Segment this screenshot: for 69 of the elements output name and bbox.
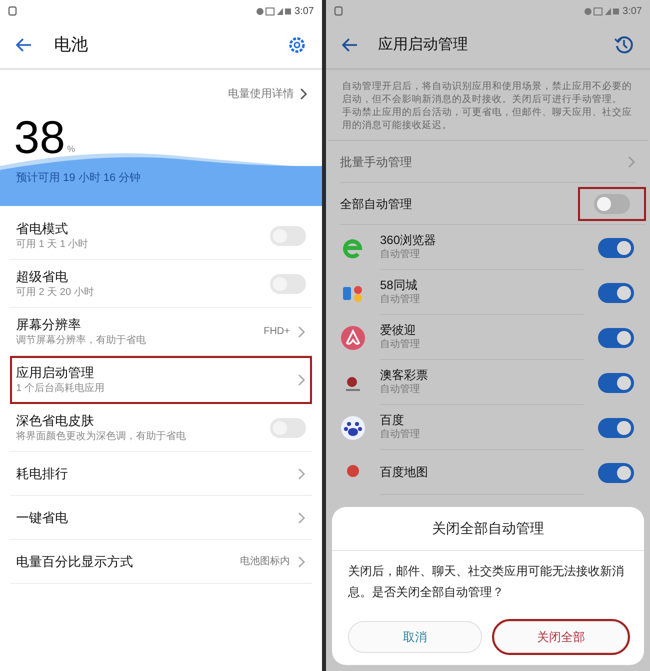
description-text: 自动管理开启后，将自动识别应用和使用场景，禁止应用不必要的启动，但不会影响新消息的及时接收。关闭后可进行手动管理。 bbox=[342, 80, 633, 106]
app-status: 自动管理 bbox=[380, 428, 421, 442]
app-name: 360浏览器 bbox=[380, 232, 438, 248]
toggle-switch[interactable] bbox=[598, 328, 634, 348]
app-status: 自动管理 bbox=[380, 338, 421, 352]
app-icon bbox=[340, 324, 366, 350]
app-name: 58同城 bbox=[380, 277, 418, 293]
back-icon[interactable] bbox=[342, 38, 358, 52]
setting-title: 耗电排行 bbox=[16, 464, 69, 482]
toggle-switch[interactable] bbox=[598, 372, 634, 392]
app-status: 自动管理 bbox=[380, 293, 421, 307]
back-icon[interactable] bbox=[16, 38, 32, 52]
status-time: 3:07 bbox=[294, 4, 314, 18]
setting-subtitle: 将界面颜色更改为深色调，有助于省电 bbox=[16, 430, 187, 444]
app-name: 百度地图 bbox=[380, 464, 429, 480]
notification-icon bbox=[334, 6, 343, 16]
usage-details-link[interactable]: 电量使用详情 bbox=[228, 86, 308, 102]
notification-icon bbox=[8, 6, 17, 16]
paw-icon bbox=[340, 414, 366, 440]
status-time: 3:07 bbox=[622, 4, 642, 18]
battery-estimate: 预计可用 19 小时 16 分钟 bbox=[16, 171, 141, 186]
status-icons bbox=[256, 6, 292, 16]
history-icon[interactable] bbox=[614, 35, 634, 55]
chevron-icon bbox=[300, 88, 308, 100]
setting-value: 电池图标内 bbox=[240, 554, 290, 569]
setting-title: 电量百分比显示方式 bbox=[16, 552, 134, 570]
toggle-switch[interactable] bbox=[270, 226, 306, 246]
page-title: 应用启动管理 bbox=[378, 34, 469, 55]
app-name: 百度 bbox=[380, 412, 405, 428]
toggle-switch[interactable] bbox=[270, 274, 306, 294]
setting-subtitle: 调节屏幕分辨率，有助于省电 bbox=[16, 334, 147, 348]
dialog-button[interactable]: 取消 bbox=[348, 621, 482, 653]
toggle-switch[interactable] bbox=[270, 418, 306, 438]
chevron-icon bbox=[298, 326, 306, 338]
percent-sign: % bbox=[67, 142, 76, 156]
page-title: 电池 bbox=[54, 34, 89, 56]
setting-title: 深色省电皮肤 bbox=[16, 412, 95, 430]
dialog-title: 关闭全部自动管理 bbox=[432, 519, 544, 538]
setting-value: FHD+ bbox=[264, 325, 290, 339]
setting-title: 省电模式 bbox=[16, 220, 69, 238]
toggle-switch[interactable] bbox=[598, 462, 634, 482]
app-name: 爱彼迎 bbox=[380, 322, 417, 338]
chevron-icon bbox=[298, 468, 306, 480]
app-status: 自动管理 bbox=[380, 383, 421, 397]
setting-subtitle: 可用 2 天 20 小时 bbox=[16, 286, 95, 300]
toggle-switch[interactable] bbox=[598, 418, 634, 438]
setting-title: 屏幕分辨率 bbox=[16, 316, 82, 334]
battery-percent: 38 bbox=[14, 114, 66, 160]
status-icons bbox=[584, 6, 620, 16]
settings-icon[interactable] bbox=[288, 36, 306, 54]
chevron-icon bbox=[298, 556, 306, 568]
description-text: 手动禁止应用的后台活动，可更省电，但邮件、聊天应用、社交应用的消息可能接收延迟。 bbox=[342, 106, 633, 132]
toggle-switch[interactable] bbox=[594, 194, 630, 214]
setting-title: 超级省电 bbox=[16, 268, 69, 286]
chevron-icon bbox=[298, 374, 306, 386]
setting-title: 批量手动管理 bbox=[340, 154, 413, 170]
setting-subtitle: 1 个后台高耗电应用 bbox=[16, 382, 106, 396]
setting-subtitle: 可用 1 天 1 小时 bbox=[16, 238, 90, 252]
toggle-switch[interactable] bbox=[598, 238, 634, 258]
setting-title: 应用启动管理 bbox=[16, 364, 95, 382]
setting-title: 全部自动管理 bbox=[340, 196, 413, 212]
chevron-icon bbox=[298, 512, 306, 524]
app-status: 自动管理 bbox=[380, 248, 421, 262]
app-name: 澳客彩票 bbox=[380, 367, 429, 383]
toggle-switch[interactable] bbox=[598, 282, 634, 302]
chevron-icon bbox=[628, 156, 636, 168]
setting-title: 一键省电 bbox=[16, 508, 69, 526]
dialog-message: 关闭后，邮件、聊天、社交类应用可能无法接收新消息。是否关闭全部自动管理？ bbox=[347, 563, 625, 601]
dialog-button[interactable]: 关闭全部 bbox=[494, 621, 628, 653]
